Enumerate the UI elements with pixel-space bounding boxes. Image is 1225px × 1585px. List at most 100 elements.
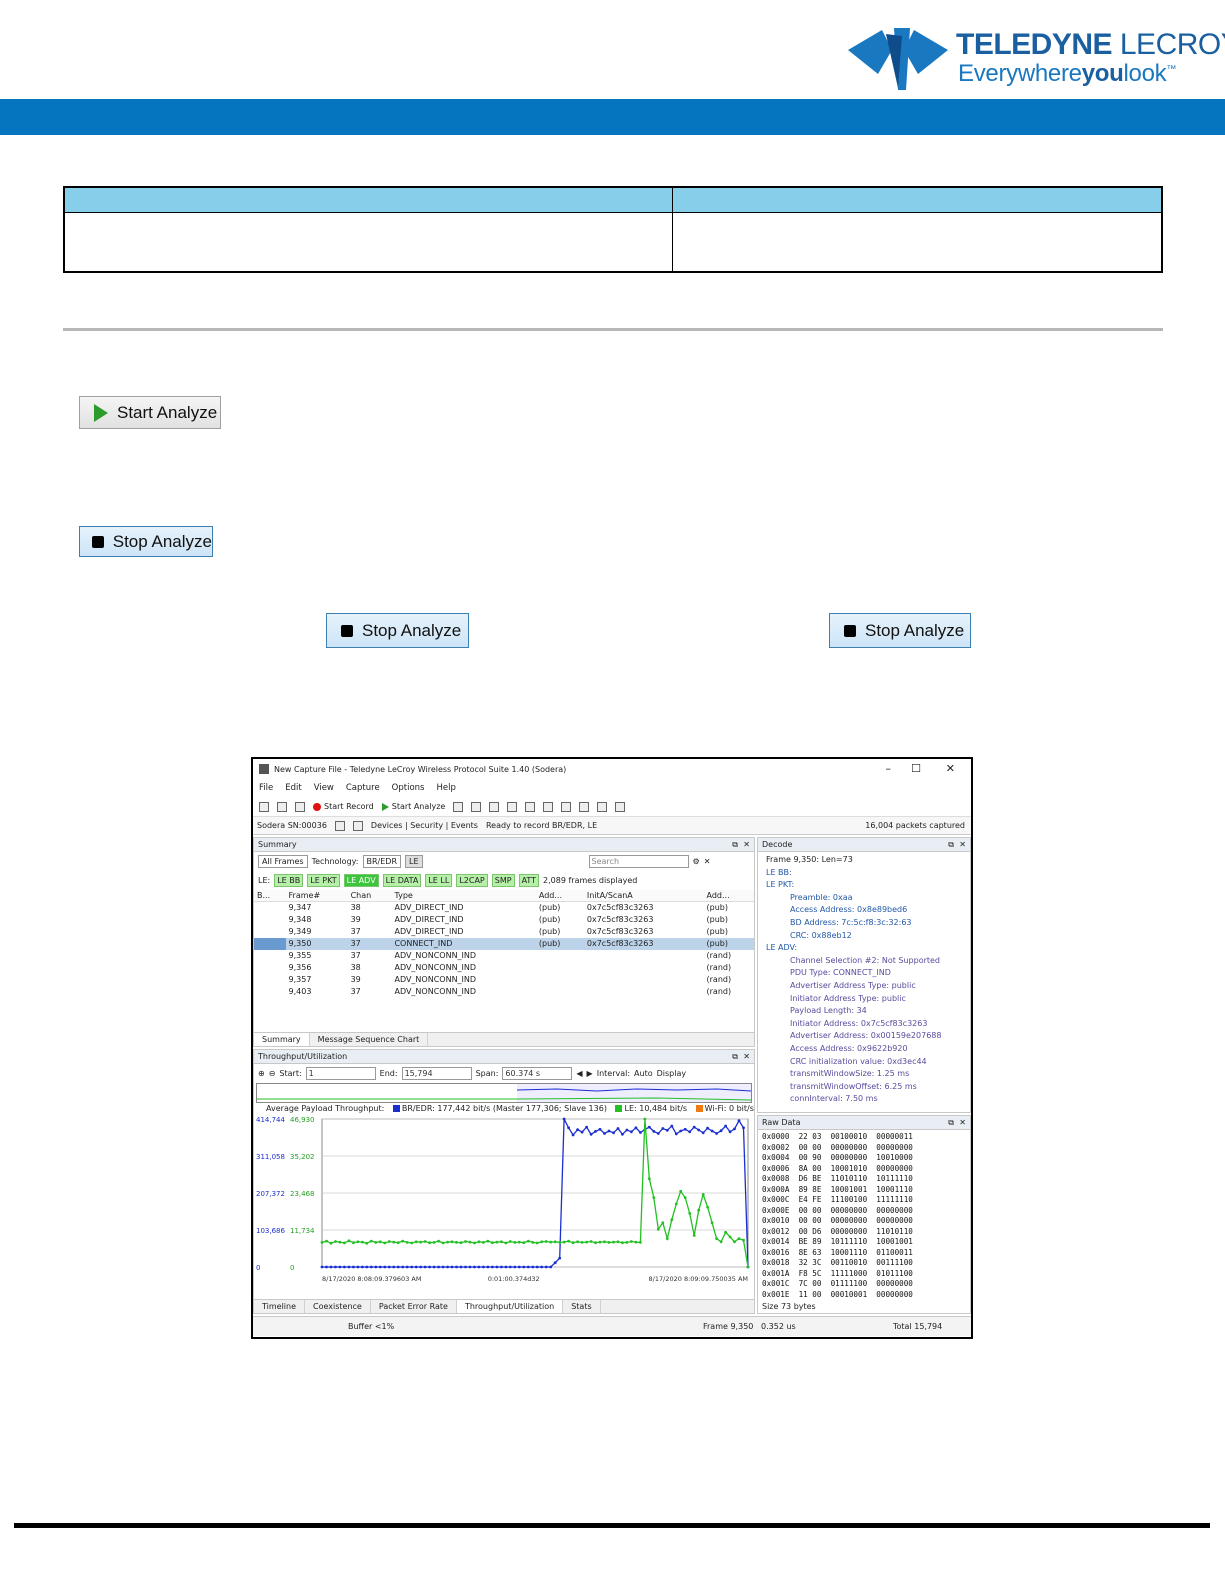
close-icon[interactable]: ✕: [959, 1116, 966, 1130]
maximize-icon[interactable]: ☐: [911, 762, 921, 775]
menu-view[interactable]: View: [314, 783, 334, 793]
minimize-icon[interactable]: –: [886, 762, 892, 775]
col-header[interactable]: B...: [254, 890, 286, 902]
toolbar-start-analyze-button[interactable]: Start Analyze: [381, 802, 445, 811]
overview-strip[interactable]: [256, 1083, 752, 1103]
tab-throughput[interactable]: Throughput/Utilization: [456, 1300, 564, 1313]
col-header[interactable]: Add...: [703, 890, 754, 902]
close-icon[interactable]: ✕: [743, 1050, 750, 1064]
properties-icon[interactable]: [295, 801, 305, 812]
chart-icon[interactable]: [579, 801, 590, 812]
decode-line[interactable]: connInterval: 7.50 ms: [762, 1093, 966, 1106]
stats-icon[interactable]: [471, 801, 482, 812]
le-chip-data[interactable]: LE DATA: [382, 874, 422, 887]
decode-line[interactable]: Initiator Address: 0x7c5cf83c3263: [762, 1018, 966, 1031]
stop-analyze-button-2[interactable]: Stop Analyze: [326, 613, 469, 648]
le-chip-ll[interactable]: LE LL: [425, 874, 453, 887]
tab-coexistence[interactable]: Coexistence: [305, 1300, 371, 1313]
decode-line[interactable]: Frame 9,350: Len=73: [762, 854, 966, 867]
display-menu[interactable]: Display: [657, 1069, 687, 1078]
span-input[interactable]: 60.374 s: [502, 1067, 573, 1080]
wrench-icon[interactable]: [334, 820, 345, 831]
table-row[interactable]: 9,350 37 CONNECT_IND (pub) 0x7c5cf83c3263 (pu…: [254, 937, 754, 950]
bookmark-icon[interactable]: [453, 801, 464, 812]
dock-icon[interactable]: ⧉: [732, 838, 738, 852]
le-chip-l2cap[interactable]: L2CAP: [456, 874, 488, 887]
open-icon[interactable]: [259, 801, 269, 812]
decode-line[interactable]: transmitWindowSize: 1.25 ms: [762, 1068, 966, 1081]
dock-icon[interactable]: ⧉: [948, 838, 954, 852]
interval-select[interactable]: Auto: [634, 1069, 653, 1078]
table-row[interactable]: 9,357 39 ADV_NONCONN_IND (rand): [254, 974, 754, 986]
search-input[interactable]: Search: [588, 855, 689, 868]
decode-line[interactable]: Initiator Address Type: public: [762, 993, 966, 1006]
le-chip-att[interactable]: ATT: [518, 874, 540, 887]
filter-settings-icon[interactable]: [507, 801, 518, 812]
layout-icon[interactable]: [561, 801, 572, 812]
decode-line[interactable]: transmitWindowOffset: 6.25 ms: [762, 1081, 966, 1094]
tab-stats[interactable]: Stats: [563, 1300, 601, 1313]
save-icon[interactable]: [277, 801, 287, 812]
decode-line[interactable]: Access Address: 0x9622b920: [762, 1043, 966, 1056]
decode-line[interactable]: Advertiser Address: 0x00159e207688: [762, 1030, 966, 1043]
decode-line[interactable]: PDU Type: CONNECT_IND: [762, 967, 966, 980]
export-icon[interactable]: [543, 801, 554, 812]
table-row[interactable]: 9,349 37 ADV_DIRECT_IND (pub) 0x7c5cf83c3263…: [254, 926, 754, 938]
close-icon[interactable]: ✕: [959, 838, 966, 852]
table-row[interactable]: 9,348 39 ADV_DIRECT_IND (pub) 0x7c5cf83c3263…: [254, 914, 754, 926]
decode-line[interactable]: CRC initialization value: 0xd3ec44: [762, 1056, 966, 1069]
search-options-icon[interactable]: ⚙: [693, 857, 700, 866]
decode-line[interactable]: BD Address: 7c:5c:f8:3c:32:63: [762, 917, 966, 930]
le-chip-pkt[interactable]: LE PKT: [307, 874, 340, 887]
all-frames-button[interactable]: All Frames: [258, 855, 308, 868]
table-row[interactable]: 9,355 37 ADV_NONCONN_IND (rand): [254, 950, 754, 962]
zoom-out-icon[interactable]: ⊖: [269, 1069, 276, 1078]
stop-analyze-button-3[interactable]: Stop Analyze: [829, 613, 971, 648]
le-chip-adv[interactable]: LE ADV: [343, 874, 379, 887]
device-links[interactable]: Devices | Security | Events: [371, 821, 478, 830]
grid-icon[interactable]: [615, 801, 626, 812]
menu-capture[interactable]: Capture: [346, 783, 380, 793]
col-header[interactable]: Type: [391, 890, 536, 902]
decode-line[interactable]: LE BB:: [762, 867, 966, 880]
menu-options[interactable]: Options: [392, 783, 425, 793]
table-row[interactable]: 9,356 38 ADV_NONCONN_IND (rand): [254, 962, 754, 974]
col-header[interactable]: Chan: [347, 890, 392, 902]
tab-message-sequence-chart[interactable]: Message Sequence Chart: [310, 1033, 429, 1046]
tab-timeline[interactable]: Timeline: [254, 1300, 306, 1313]
col-header[interactable]: InitA/ScanA: [583, 890, 704, 902]
decode-line[interactable]: LE PKT:: [762, 879, 966, 892]
nav-prev-icon[interactable]: ◀: [576, 1069, 582, 1078]
decode-line[interactable]: Preamble: 0xaa: [762, 892, 966, 905]
stop-analyze-button[interactable]: Stop Analyze: [79, 526, 213, 557]
menu-file[interactable]: File: [259, 783, 273, 793]
menu-help[interactable]: Help: [436, 783, 455, 793]
le-chip-bb[interactable]: LE BB: [274, 874, 304, 887]
menu-edit[interactable]: Edit: [285, 783, 301, 793]
decode-line[interactable]: Advertiser Address Type: public: [762, 980, 966, 993]
table-row[interactable]: 9,347 38 ADV_DIRECT_IND (pub) 0x7c5cf83c3263…: [254, 902, 754, 914]
end-input[interactable]: 15,794: [401, 1067, 472, 1080]
decode-line[interactable]: Access Address: 0x8e89bed6: [762, 904, 966, 917]
table-row[interactable]: 9,403 37 ADV_NONCONN_IND (rand): [254, 986, 754, 998]
col-header[interactable]: Add...: [535, 890, 584, 902]
tools-icon[interactable]: [352, 820, 363, 831]
throughput-chart[interactable]: 414,744 46,930 311,058 35,202 207,372 23,468 1…: [254, 1115, 754, 1287]
le-chip-smp[interactable]: SMP: [491, 874, 515, 887]
tab-summary[interactable]: Summary: [254, 1033, 310, 1046]
dock-icon[interactable]: ⧉: [948, 1116, 954, 1130]
dock-icon[interactable]: ⧉: [732, 1050, 738, 1064]
decode-line[interactable]: Channel Selection #2: Not Supported: [762, 955, 966, 968]
close-icon[interactable]: ✕: [743, 838, 750, 852]
zoom-in-icon[interactable]: ⊕: [258, 1069, 265, 1078]
start-input[interactable]: 1: [305, 1067, 376, 1080]
tech-chip-le[interactable]: LE: [405, 855, 423, 868]
nav-next-icon[interactable]: ▶: [587, 1069, 593, 1078]
report-icon[interactable]: [525, 801, 536, 812]
tab-packet-error-rate[interactable]: Packet Error Rate: [371, 1300, 457, 1313]
start-record-button[interactable]: Start Record: [313, 802, 374, 811]
decode-line[interactable]: Payload Length: 34: [762, 1005, 966, 1018]
col-header[interactable]: Frame#: [285, 890, 348, 902]
tech-chip-bredr[interactable]: BR/EDR: [362, 855, 402, 868]
start-analyze-button[interactable]: Start Analyze: [79, 396, 221, 429]
